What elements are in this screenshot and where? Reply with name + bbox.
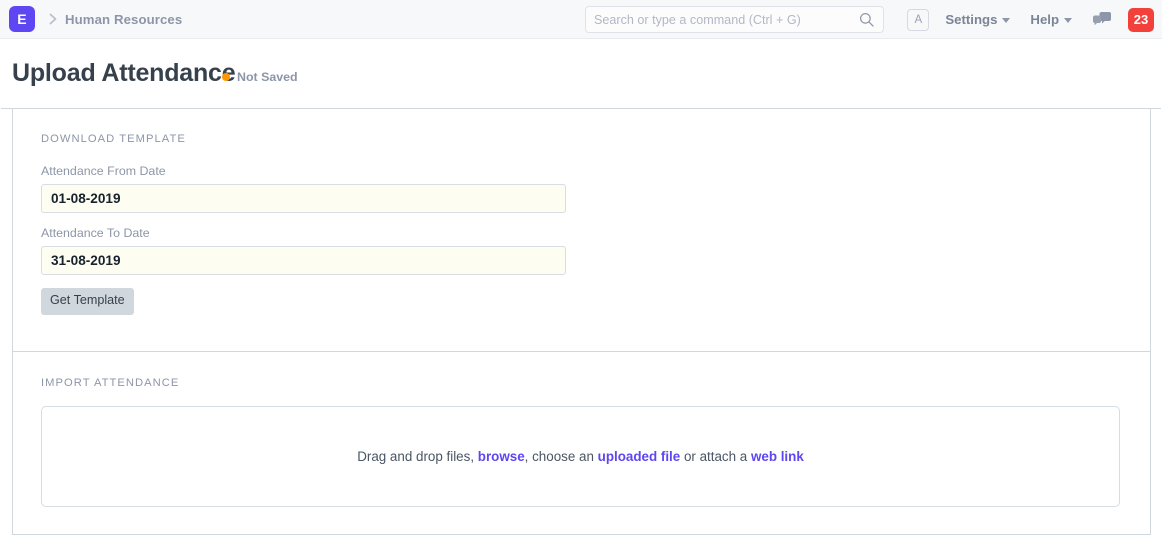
- chevron-down-icon: [1002, 18, 1010, 23]
- web-link-link[interactable]: web link: [751, 449, 804, 464]
- dropzone-text-part-3: or attach a: [680, 449, 751, 464]
- form-card: Download Template Attendance From Date 0…: [12, 108, 1151, 535]
- browse-link[interactable]: browse: [478, 449, 525, 464]
- status-dot-icon: [222, 73, 230, 81]
- avatar[interactable]: A: [907, 9, 929, 31]
- breadcrumb-human-resources[interactable]: Human Resources: [65, 12, 182, 27]
- avatar-letter: A: [915, 14, 923, 26]
- field-attendance-from-date: Attendance From Date 01-08-2019: [41, 164, 566, 213]
- navbar-left: E Human Resources: [0, 6, 182, 32]
- app-logo-letter: E: [17, 11, 27, 27]
- status-badge-label: Not Saved: [237, 70, 298, 84]
- navbar-right: A Settings Help 23: [907, 0, 1154, 39]
- app-logo-icon[interactable]: E: [9, 6, 35, 32]
- dropzone-text-part-1: Drag and drop files,: [357, 449, 478, 464]
- chevron-right-icon: [48, 12, 59, 26]
- field-label-attendance-from-date: Attendance From Date: [41, 164, 566, 178]
- page-header: Upload Attendance Not Saved: [0, 39, 1162, 108]
- chevron-down-icon: [1064, 18, 1072, 23]
- attendance-to-date-value: 31-08-2019: [51, 253, 121, 268]
- attendance-to-date-input[interactable]: 31-08-2019: [41, 246, 566, 275]
- global-search-box[interactable]: [585, 6, 884, 33]
- uploaded-file-link[interactable]: uploaded file: [598, 449, 681, 464]
- page-title: Upload Attendance: [12, 59, 235, 88]
- notification-count: 23: [1134, 12, 1148, 27]
- field-label-attendance-to-date: Attendance To Date: [41, 226, 566, 240]
- dropzone-text-part-2: , choose an: [525, 449, 598, 464]
- section-label-import-attendance: Import Attendance: [41, 377, 1120, 389]
- app-page: E Human Resources A Sett: [0, 0, 1162, 545]
- field-attendance-to-date: Attendance To Date 31-08-2019: [41, 226, 566, 275]
- notification-badge[interactable]: 23: [1128, 8, 1154, 32]
- top-navbar: E Human Resources A Sett: [0, 0, 1162, 39]
- dropzone-text: Drag and drop files, browse, choose an u…: [357, 449, 804, 464]
- file-dropzone[interactable]: Drag and drop files, browse, choose an u…: [41, 406, 1120, 507]
- nav-help-dropdown[interactable]: Help: [1030, 12, 1072, 27]
- attendance-from-date-value: 01-08-2019: [51, 191, 121, 206]
- nav-help-label: Help: [1030, 12, 1059, 27]
- search-input[interactable]: [586, 7, 859, 32]
- nav-settings-dropdown[interactable]: Settings: [945, 12, 1010, 27]
- search-icon[interactable]: [859, 12, 883, 27]
- section-import-attendance: Import Attendance Drag and drop files, b…: [41, 377, 1120, 507]
- chat-bubbles-icon[interactable]: [1092, 11, 1112, 28]
- get-template-button[interactable]: Get Template: [41, 288, 134, 315]
- section-label-download-template: Download Template: [41, 133, 566, 145]
- nav-settings-label: Settings: [945, 12, 997, 27]
- attendance-from-date-input[interactable]: 01-08-2019: [41, 184, 566, 213]
- section-divider: [13, 351, 1150, 352]
- status-badge[interactable]: Not Saved: [222, 70, 298, 84]
- section-download-template: Download Template Attendance From Date 0…: [41, 133, 566, 315]
